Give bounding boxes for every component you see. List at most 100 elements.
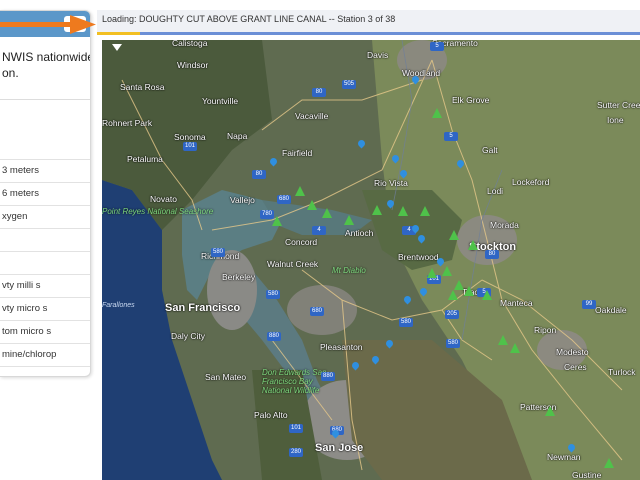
leaf-icon[interactable] [322, 208, 332, 218]
city-label: Daly City [171, 331, 206, 341]
city-label: Antioch [345, 228, 374, 238]
leaf-icon[interactable] [420, 206, 430, 216]
city-label: Oakdale [595, 305, 627, 315]
city-label: Walnut Creek [267, 259, 319, 269]
orange-arrow-icon [0, 15, 96, 34]
city-label: Concord [285, 237, 318, 247]
city-label: Ripon [534, 325, 557, 335]
leaf-icon[interactable] [449, 230, 459, 240]
panel-description: NWIS nationwide on. [2, 49, 91, 81]
parameter-item[interactable]: vty milli s [0, 274, 90, 297]
park-label: Mt Diablo [332, 266, 366, 275]
parameter-item[interactable]: tom micro s [0, 320, 90, 343]
leaf-icon[interactable] [427, 268, 437, 278]
leaf-icon[interactable] [448, 290, 458, 300]
parameter-item[interactable]: 3 meters [0, 159, 90, 182]
leaf-icon[interactable] [454, 280, 464, 290]
parameter-item[interactable]: 6 meters [0, 182, 90, 205]
city-label: Lockeford [512, 177, 550, 187]
satellite-map[interactable]: Santa Rosa Calistoga Windsor Woodland Da… [102, 40, 640, 480]
loading-status-bar: Loading: DOUGHTY CUT ABOVE GRANT LINE CA… [97, 10, 640, 35]
chevron-down-icon[interactable] [112, 44, 122, 51]
city-label: Windsor [177, 60, 209, 70]
city-label: San Francisco [165, 302, 241, 314]
divider [0, 99, 90, 100]
city-label: Sutter Creek [597, 100, 640, 110]
sidebar: NWIS nationwide on. 3 meters 6 meters xy… [0, 0, 102, 480]
parameter-list: 3 meters 6 meters xygen vty milli s vty … [0, 159, 90, 367]
city-label: Woodland [402, 68, 441, 78]
city-label: Ceres [564, 362, 587, 372]
leaf-icon[interactable] [307, 200, 317, 210]
city-label: Calistoga [172, 40, 208, 48]
highway-shield: 505 [342, 80, 356, 89]
highway-shield: 880 [321, 372, 335, 381]
highway-shield: 205 [445, 310, 459, 319]
highway-shield: 580 [266, 290, 280, 299]
map-terrain [102, 40, 640, 480]
highway-shield: 580 [399, 318, 413, 327]
leaf-icon[interactable] [545, 406, 555, 416]
city-label: Berkeley [222, 272, 256, 282]
city-label: Napa [227, 131, 248, 141]
leaf-icon[interactable] [372, 205, 382, 215]
highway-shield: 280 [289, 448, 303, 457]
city-label: Pleasanton [320, 342, 363, 352]
leaf-icon[interactable] [442, 266, 452, 276]
city-label: Santa Rosa [120, 82, 165, 92]
leaf-icon[interactable] [498, 335, 508, 345]
city-label: Gustine [572, 470, 602, 480]
highway-shield: 4 [312, 226, 326, 235]
leaf-icon[interactable] [272, 216, 282, 226]
parameter-item[interactable] [0, 251, 90, 274]
city-label: Modesto [556, 347, 589, 357]
description-line-1: NWIS nationwide [2, 50, 91, 64]
city-label: Lodi [487, 186, 504, 196]
highway-shield: 5 [430, 42, 444, 51]
highway-shield: 80 [252, 170, 266, 179]
city-label: Galt [482, 145, 498, 155]
city-label: Elk Grove [452, 95, 490, 105]
loading-status-text: Loading: DOUGHTY CUT ABOVE GRANT LINE CA… [102, 14, 396, 24]
highway-shield: 80 [485, 250, 499, 259]
leaf-icon[interactable] [482, 290, 492, 300]
parameter-item[interactable]: mine/chlorop [0, 343, 90, 367]
leaf-icon[interactable] [398, 206, 408, 216]
city-label: Fairfield [282, 148, 313, 158]
highway-shield: 680 [277, 195, 291, 204]
leaf-icon[interactable] [464, 286, 474, 296]
city-label: Ione [607, 115, 624, 125]
city-label: San Mateo [205, 372, 247, 382]
highway-shield: 880 [267, 332, 281, 341]
city-label: Vallejo [230, 195, 255, 205]
city-label: Rohnert Park [102, 118, 153, 128]
city-label: Morada [490, 220, 519, 230]
city-label: Brentwood [398, 252, 439, 262]
info-card: NWIS nationwide on. 3 meters 6 meters xy… [0, 10, 91, 377]
city-label: Newman [547, 452, 581, 462]
parameter-item[interactable] [0, 228, 90, 251]
city-label: Petaluma [127, 154, 163, 164]
city-label: Manteca [500, 298, 533, 308]
description-line-2: on. [2, 66, 19, 80]
highway-shield: 101 [183, 142, 197, 151]
city-label: Rio Vista [374, 178, 408, 188]
highway-shield: 580 [211, 248, 225, 257]
leaf-icon[interactable] [432, 108, 442, 118]
city-label: Turlock [608, 367, 636, 377]
highway-shield: 101 [289, 424, 303, 433]
city-label: San Jose [315, 442, 364, 454]
leaf-icon[interactable] [604, 458, 614, 468]
leaf-icon[interactable] [344, 215, 354, 225]
parameter-item[interactable]: vty micro s [0, 297, 90, 320]
highway-shield: 80 [312, 88, 326, 97]
leaf-icon[interactable] [510, 343, 520, 353]
city-label: Yountville [202, 96, 239, 106]
leaf-icon[interactable] [468, 240, 478, 250]
parameter-item[interactable]: xygen [0, 205, 90, 228]
leaf-icon[interactable] [295, 186, 305, 196]
city-label: Novato [150, 194, 177, 204]
highway-shield: 5 [444, 132, 458, 141]
highway-shield: 99 [582, 300, 596, 309]
city-label: Sonoma [174, 132, 206, 142]
